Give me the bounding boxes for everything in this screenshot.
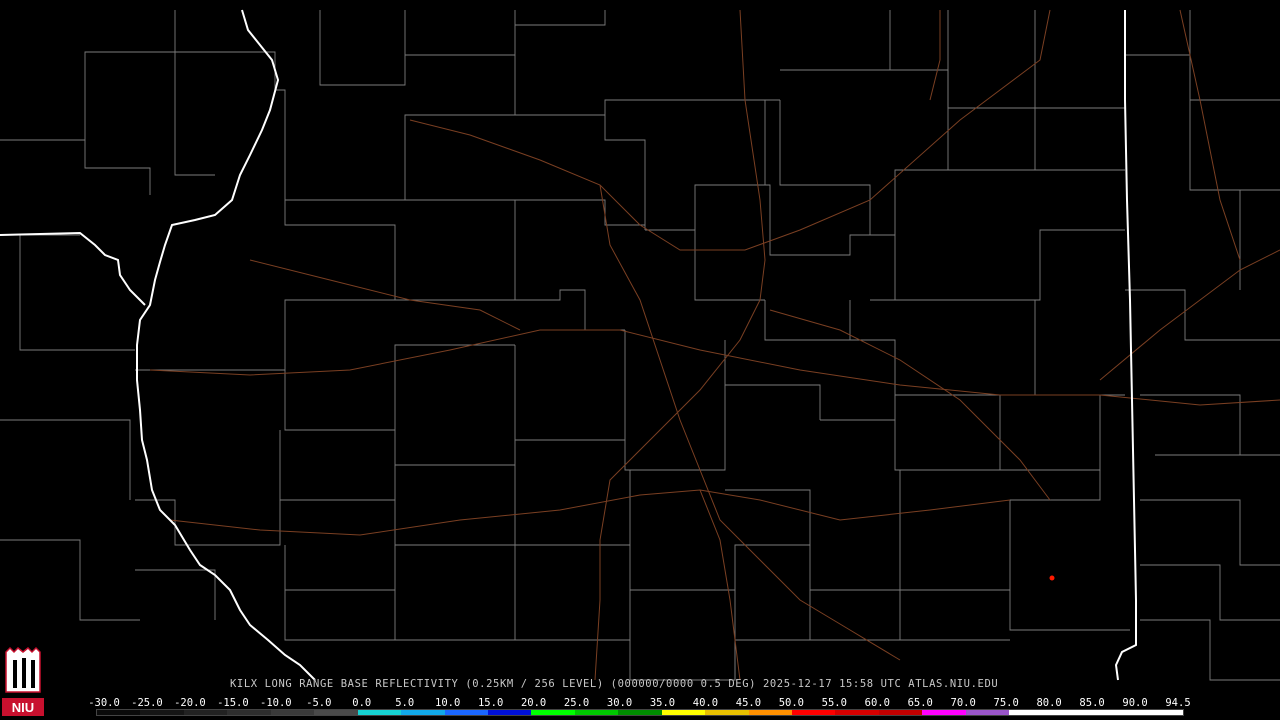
scale-label: 90.0 — [1122, 697, 1148, 709]
scale-label: 10.0 — [435, 697, 461, 709]
scale-color-cell — [922, 710, 966, 715]
scale-label: 80.0 — [1036, 697, 1062, 709]
scale-label: 5.0 — [395, 697, 415, 709]
scale-label: 65.0 — [907, 697, 933, 709]
scale-color-cell — [1009, 710, 1053, 715]
scale-color-cell — [314, 710, 358, 715]
scale-label: 55.0 — [821, 697, 847, 709]
product-caption: KILX LONG RANGE BASE REFLECTIVITY (0.25K… — [230, 678, 999, 690]
scale-color-cell — [792, 710, 836, 715]
scale-label: 94.5 — [1165, 697, 1191, 709]
scale-label: 30.0 — [606, 697, 633, 709]
scale-color-cell — [748, 710, 792, 715]
scale-color-cell — [661, 710, 706, 715]
scale-label: 25.0 — [563, 697, 590, 709]
scale-label: -25.0 — [131, 697, 163, 709]
scale-color-cell — [357, 710, 402, 715]
scale-color-cell — [401, 710, 445, 715]
scale-label: 70.0 — [950, 697, 976, 709]
scale-color-cell — [487, 710, 532, 715]
scale-color-cell — [1139, 710, 1183, 715]
scale-color-cell — [574, 710, 619, 715]
scale-label: 40.0 — [692, 697, 719, 709]
radar-map — [0, 0, 1280, 720]
scale-label: 20.0 — [520, 697, 547, 709]
high-reflectivity-cell — [1049, 575, 1055, 581]
scale-label: 45.0 — [735, 697, 762, 709]
scale-color-cell — [531, 710, 575, 715]
scale-label: 15.0 — [477, 697, 504, 709]
scale-color-cell — [878, 710, 923, 715]
scale-label: 60.0 — [864, 697, 890, 709]
scale-label: 75.0 — [993, 697, 1019, 709]
color-scale-bar — [96, 709, 1184, 716]
scale-label: -10.0 — [260, 697, 292, 709]
scale-color-cell — [140, 710, 184, 715]
scale-label: 50.0 — [778, 697, 805, 709]
scale-label: -30.0 — [88, 697, 120, 709]
scale-label: -20.0 — [174, 697, 206, 709]
scale-color-cell — [183, 710, 228, 715]
scale-color-cell — [835, 710, 879, 715]
scale-color-cell — [618, 710, 662, 715]
scale-color-cell — [705, 710, 749, 715]
color-scale-labels: -30.0 -25.0 -20.0 -15.0 -10.0 -5.0 0.0 5.0 10.0 1… — [0, 697, 1280, 709]
scale-color-cell — [1096, 710, 1140, 715]
scale-label: -15.0 — [217, 697, 249, 709]
scale-label: 35.0 — [649, 697, 676, 709]
scale-color-cell — [444, 710, 488, 715]
scale-color-cell — [965, 710, 1010, 715]
scale-color-cell — [97, 710, 141, 715]
scale-label: -5.0 — [306, 697, 332, 709]
scale-label: 85.0 — [1079, 697, 1105, 709]
scale-color-cell — [227, 710, 271, 715]
scale-color-cell — [270, 710, 315, 715]
scale-color-cell — [1052, 710, 1097, 715]
scale-label: 0.0 — [352, 697, 372, 709]
